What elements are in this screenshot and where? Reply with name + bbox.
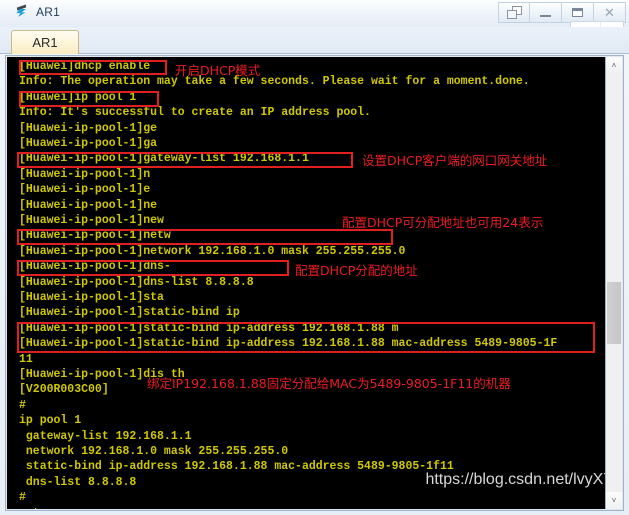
terminal-line: [Huawei-ip-pool-1]new <box>19 214 164 227</box>
terminal-line: network 192.168.1.0 mask 255.255.255.0 <box>19 445 289 458</box>
terminal-line: static-bind ip-address 192.168.1.88 mac-… <box>19 460 454 474</box>
minimize-icon <box>540 15 551 17</box>
terminal-line: [Huawei-ip-pool-1]dns- <box>19 260 171 274</box>
terminal-line: Info: The operation may take a few secon… <box>19 75 530 89</box>
terminal-line: [V200R003C00] <box>19 383 109 397</box>
terminal-line: [Huawei-ip-pool-1]ne <box>19 198 158 212</box>
terminal-line: [Huawei-ip-pool-1]network 192.168.1.0 ma… <box>19 244 406 258</box>
terminal-line: Info: It's successful to create an IP ad… <box>19 106 371 120</box>
terminal-line: 11 <box>19 352 33 366</box>
tab-ar1[interactable]: AR1 <box>11 30 79 54</box>
minimize-window-button[interactable] <box>530 2 562 23</box>
terminal-line: [Huawei-ip-pool-1]static-bind ip <box>19 306 240 320</box>
terminal-line: [Huawei]dhcp enable <box>19 60 151 73</box>
terminal-line: # <box>19 398 26 412</box>
annotation-dhcp-enable: 开启DHCP模式 <box>175 63 261 78</box>
scroll-down-arrow-icon[interactable]: ˅ <box>606 492 622 509</box>
title-bar[interactable]: AR1 ✕ ▾ <box>0 0 629 48</box>
annotation-network: 配置DHCP可分配地址也可用24表示 <box>342 215 544 230</box>
title-bar-left: AR1 <box>16 4 60 19</box>
terminal-line: [Huawei-ip-pool-1]e <box>19 183 151 197</box>
restore-window-button[interactable] <box>498 2 530 23</box>
annotation-dns: 配置DHCP分配的地址 <box>295 263 418 278</box>
terminal-line: return <box>19 507 60 509</box>
annotation-gateway: 设置DHCP客户端的网口网关地址 <box>362 153 548 168</box>
terminal-line: gateway-list 192.168.1.1 <box>19 429 192 443</box>
annotation-static-bind: 绑定IP192.168.1.88固定分配给MAC为5489-9805-1F11的… <box>147 376 511 391</box>
watermark: https://blog.csdn.net/lvyXY <box>425 471 614 488</box>
router-bolt-icon <box>16 4 31 19</box>
window-title: AR1 <box>36 4 60 19</box>
terminal-line: [Huawei-ip-pool-1]netw <box>19 229 171 243</box>
tab-label: AR1 <box>32 35 58 50</box>
terminal-line: [Huawei-ip-pool-1]ge <box>19 121 158 135</box>
terminal-line: [Huawei-ip-pool-1]sta <box>19 291 164 304</box>
terminal-panel: [Huawei]dhcp enable Info: The operation m… <box>5 55 624 511</box>
terminal-line: [Huawei-ip-pool-1]gateway-list 192.168.1… <box>19 152 309 166</box>
terminal-line: [Huawei-ip-pool-1]static-bind ip-address… <box>19 321 399 335</box>
close-icon: ✕ <box>604 5 615 20</box>
scroll-up-arrow-icon[interactable]: ˄ <box>606 57 622 74</box>
terminal-line: ip pool 1 <box>19 414 82 428</box>
close-window-button[interactable]: ✕ <box>594 2 626 23</box>
maximize-icon <box>572 8 583 17</box>
terminal-line: [Huawei-ip-pool-1]n <box>19 167 151 181</box>
restore-icon <box>506 6 522 19</box>
terminal-window: AR1 ✕ ▾ <box>0 0 629 515</box>
terminal-scrollbar[interactable]: ˄ ˅ <box>605 57 622 509</box>
terminal-screen[interactable]: [Huawei]dhcp enable Info: The operation m… <box>7 57 622 509</box>
terminal-output: [Huawei]dhcp enable Info: The operation m… <box>7 57 602 509</box>
scrollbar-thumb[interactable] <box>607 282 621 344</box>
terminal-line: [Huawei-ip-pool-1]static-bind ip-address… <box>19 337 558 351</box>
terminal-line: dns-list 8.8.8.8 <box>19 475 137 489</box>
maximize-window-button[interactable] <box>562 2 594 23</box>
terminal-line: # <box>19 491 26 505</box>
terminal-line: [Huawei-ip-pool-1]ga <box>19 137 158 150</box>
terminal-line: [Huawei-ip-pool-1]dns-list 8.8.8.8 <box>19 275 254 289</box>
tab-strip: AR1 <box>0 27 629 54</box>
terminal-line: [Huawei]ip pool 1 <box>19 90 137 104</box>
